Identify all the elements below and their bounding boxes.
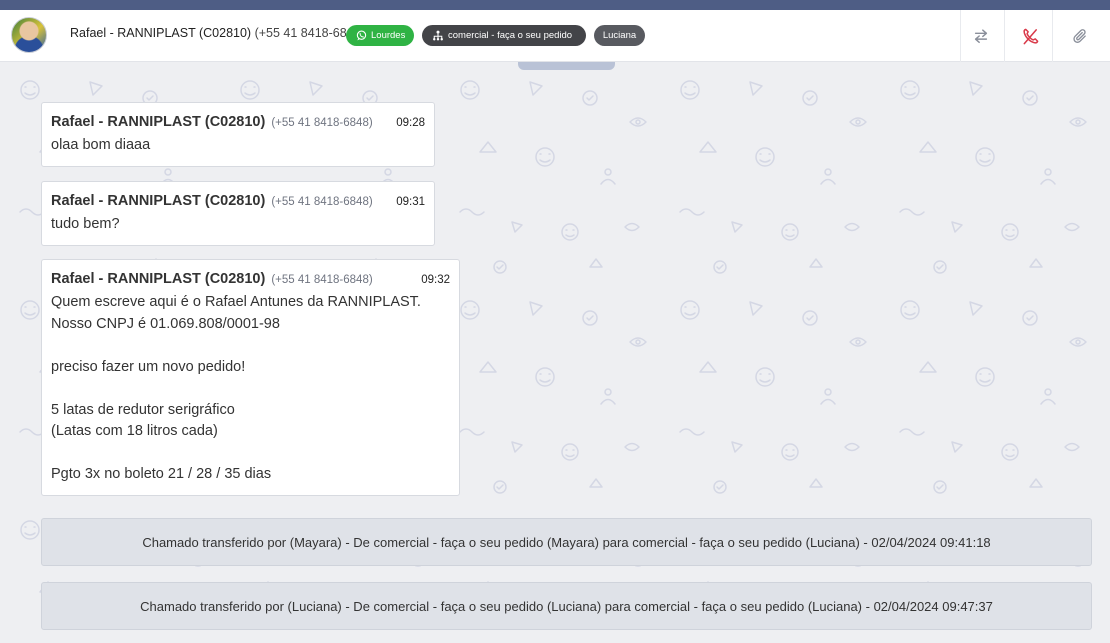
scroll-to-top-tab[interactable] — [518, 62, 615, 70]
department-tree-icon — [433, 30, 443, 41]
message-phone: (+55 41 8418-6848) — [271, 196, 373, 208]
whatsapp-agent-tag: Lourdes — [346, 25, 414, 46]
message-sender: Rafael - RANNIPLAST (C02810) — [51, 193, 266, 209]
message-bubble: Rafael - RANNIPLAST (C02810) (+55 41 841… — [41, 102, 435, 167]
top-accent-strip — [0, 0, 1110, 10]
department-label: comercial - faça o seu pedido — [448, 30, 573, 41]
message-sender: Rafael - RANNIPLAST (C02810) — [51, 114, 266, 130]
transfer-button[interactable] — [966, 22, 996, 50]
header-divider — [960, 10, 961, 62]
message-phone: (+55 41 8418-6848) — [271, 117, 373, 129]
message-bubble: Rafael - RANNIPLAST (C02810) (+55 41 841… — [41, 259, 460, 496]
message-header: Rafael - RANNIPLAST (C02810) (+55 41 841… — [51, 114, 425, 130]
contact-name: Rafael - RANNIPLAST (C02810) — [70, 26, 252, 40]
department-tag: comercial - faça o seu pedido — [422, 25, 586, 46]
transfer-icon — [974, 29, 988, 44]
message-sender: Rafael - RANNIPLAST (C02810) — [51, 271, 266, 287]
attach-button[interactable] — [1065, 22, 1095, 50]
message-time: 09:32 — [421, 274, 450, 286]
avatar[interactable] — [11, 17, 47, 53]
message-phone: (+55 41 8418-6848) — [271, 274, 373, 286]
message-bubble: Rafael - RANNIPLAST (C02810) (+55 41 841… — [41, 181, 435, 246]
whatsapp-agent-label: Lourdes — [371, 30, 406, 41]
paperclip-icon — [1072, 28, 1086, 43]
message-text: olaa bom diaaa — [51, 137, 151, 153]
message-text: Quem escreve aqui é o Rafael Antunes da … — [51, 294, 421, 482]
contact-title: Rafael - RANNIPLAST (C02810) (+55 41 841… — [70, 26, 365, 40]
header-divider — [1004, 10, 1005, 62]
whatsapp-icon — [356, 30, 367, 41]
chat-header: Rafael - RANNIPLAST (C02810) (+55 41 841… — [0, 10, 1110, 62]
message-header: Rafael - RANNIPLAST (C02810) (+55 41 841… — [51, 271, 450, 287]
message-header: Rafael - RANNIPLAST (C02810) (+55 41 841… — [51, 193, 425, 209]
header-divider — [1052, 10, 1053, 62]
hangup-button[interactable] — [1015, 22, 1045, 50]
transfer-system-message: Chamado transferido por (Luciana) - De c… — [41, 582, 1092, 630]
message-text: tudo bem? — [51, 216, 120, 232]
transfer-system-message: Chamado transferido por (Mayara) - De co… — [41, 518, 1092, 566]
message-time: 09:31 — [396, 196, 425, 208]
hangup-phone-icon — [1022, 28, 1038, 44]
message-time: 09:28 — [396, 117, 425, 129]
agent-label: Luciana — [602, 30, 637, 41]
agent-tag: Luciana — [594, 25, 645, 46]
